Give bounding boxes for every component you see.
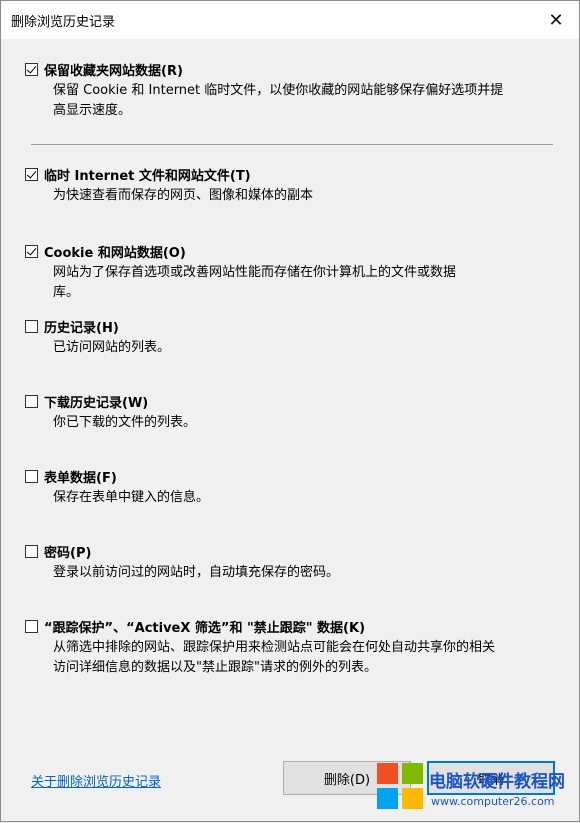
watermark-title: 电脑软硬件教程网 — [429, 772, 565, 792]
checkbox-tracking-protection[interactable] — [25, 619, 38, 633]
description-line: 为快速查看而保存的网页、图像和媒体的副本 — [53, 188, 314, 203]
watermark: 电脑软硬件教程网 www.computer26.com — [375, 751, 580, 823]
description-line: 从筛选中排除的网站、跟踪保护用来检测站点可能会在何处自动共享你的相关 — [53, 640, 496, 655]
checkbox-download-history[interactable] — [25, 394, 38, 408]
checkbox-cookies[interactable] — [25, 244, 38, 258]
option-label[interactable]: 表单数据(F) — [44, 467, 117, 486]
option-history: 历史记录(H) 已访问网站的列表。 — [25, 316, 565, 358]
option-label[interactable]: “跟踪保护”、“ActiveX 筛选”和 "禁止跟踪" 数据(K) — [44, 617, 365, 636]
option-description: 保存在表单中键入的信息。 — [53, 488, 565, 508]
option-download-history: 下载历史记录(W) 你已下载的文件的列表。 — [25, 391, 565, 433]
description-line: 已访问网站的列表。 — [53, 340, 171, 355]
separator — [31, 144, 553, 145]
checkbox-form-data[interactable] — [25, 469, 38, 483]
description-line: 你已下载的文件的列表。 — [53, 415, 197, 430]
description-line: 高显示速度。 — [53, 103, 132, 118]
checkbox-passwords[interactable] — [25, 544, 38, 558]
option-label[interactable]: 密码(P) — [44, 542, 91, 561]
option-description: 网站为了保存首选项或改善网站性能而存储在你计算机上的文件或数据 库。 — [53, 263, 565, 303]
option-description: 已访问网站的列表。 — [53, 338, 565, 358]
option-passwords: 密码(P) 登录以前访问过的网站时，自动填充保存的密码。 — [25, 541, 565, 583]
option-label[interactable]: 临时 Internet 文件和网站文件(T) — [44, 165, 251, 184]
windows-logo-icon — [377, 763, 425, 811]
watermark-url: www.computer26.com — [431, 795, 555, 808]
description-line: 登录以前访问过的网站时，自动填充保存的密码。 — [53, 565, 340, 580]
description-line: 保留 Cookie 和 Internet 临时文件，以使你收藏的网站能够保存偏好… — [53, 83, 504, 98]
checkbox-preserve-favorites[interactable] — [25, 62, 38, 76]
option-preserve-favorites: 保留收藏夹网站数据(R) 保留 Cookie 和 Internet 临时文件，以… — [25, 59, 565, 121]
description-line: 库。 — [53, 285, 80, 300]
option-temp-files: 临时 Internet 文件和网站文件(T) 为快速查看而保存的网页、图像和媒体… — [25, 164, 565, 206]
option-form-data: 表单数据(F) 保存在表单中键入的信息。 — [25, 466, 565, 508]
delete-browsing-history-dialog: 删除浏览历史记录 ✕ 保留收藏夹网站数据(R) 保留 Cookie 和 Inte… — [0, 0, 580, 822]
option-label[interactable]: 下载历史记录(W) — [44, 392, 148, 411]
description-line: 网站为了保存首选项或改善网站性能而存储在你计算机上的文件或数据 — [53, 265, 457, 280]
close-icon[interactable]: ✕ — [543, 7, 569, 33]
option-description: 从筛选中排除的网站、跟踪保护用来检测站点可能会在何处自动共享你的相关 访问详细信… — [53, 638, 565, 678]
option-label[interactable]: 历史记录(H) — [44, 317, 119, 336]
option-tracking-protection: “跟踪保护”、“ActiveX 筛选”和 "禁止跟踪" 数据(K) 从筛选中排除… — [25, 616, 565, 678]
checkbox-temp-files[interactable] — [25, 167, 38, 181]
dialog-title: 删除浏览历史记录 — [11, 15, 116, 30]
option-label[interactable]: 保留收藏夹网站数据(R) — [44, 60, 183, 79]
option-description: 为快速查看而保存的网页、图像和媒体的副本 — [53, 186, 565, 206]
option-description: 保留 Cookie 和 Internet 临时文件，以使你收藏的网站能够保存偏好… — [53, 81, 565, 121]
description-line: 访问详细信息的数据以及"禁止跟踪"请求的例外的列表。 — [53, 660, 377, 675]
about-delete-history-link[interactable]: 关于删除浏览历史记录 — [31, 771, 161, 790]
description-line: 保存在表单中键入的信息。 — [53, 490, 210, 505]
option-description: 登录以前访问过的网站时，自动填充保存的密码。 — [53, 563, 565, 583]
option-cookies: Cookie 和网站数据(O) 网站为了保存首选项或改善网站性能而存储在你计算机… — [25, 241, 565, 303]
option-label[interactable]: Cookie 和网站数据(O) — [44, 242, 186, 261]
option-description: 你已下载的文件的列表。 — [53, 413, 565, 433]
checkbox-history[interactable] — [25, 319, 38, 333]
title-bar: 删除浏览历史记录 ✕ — [1, 1, 579, 39]
